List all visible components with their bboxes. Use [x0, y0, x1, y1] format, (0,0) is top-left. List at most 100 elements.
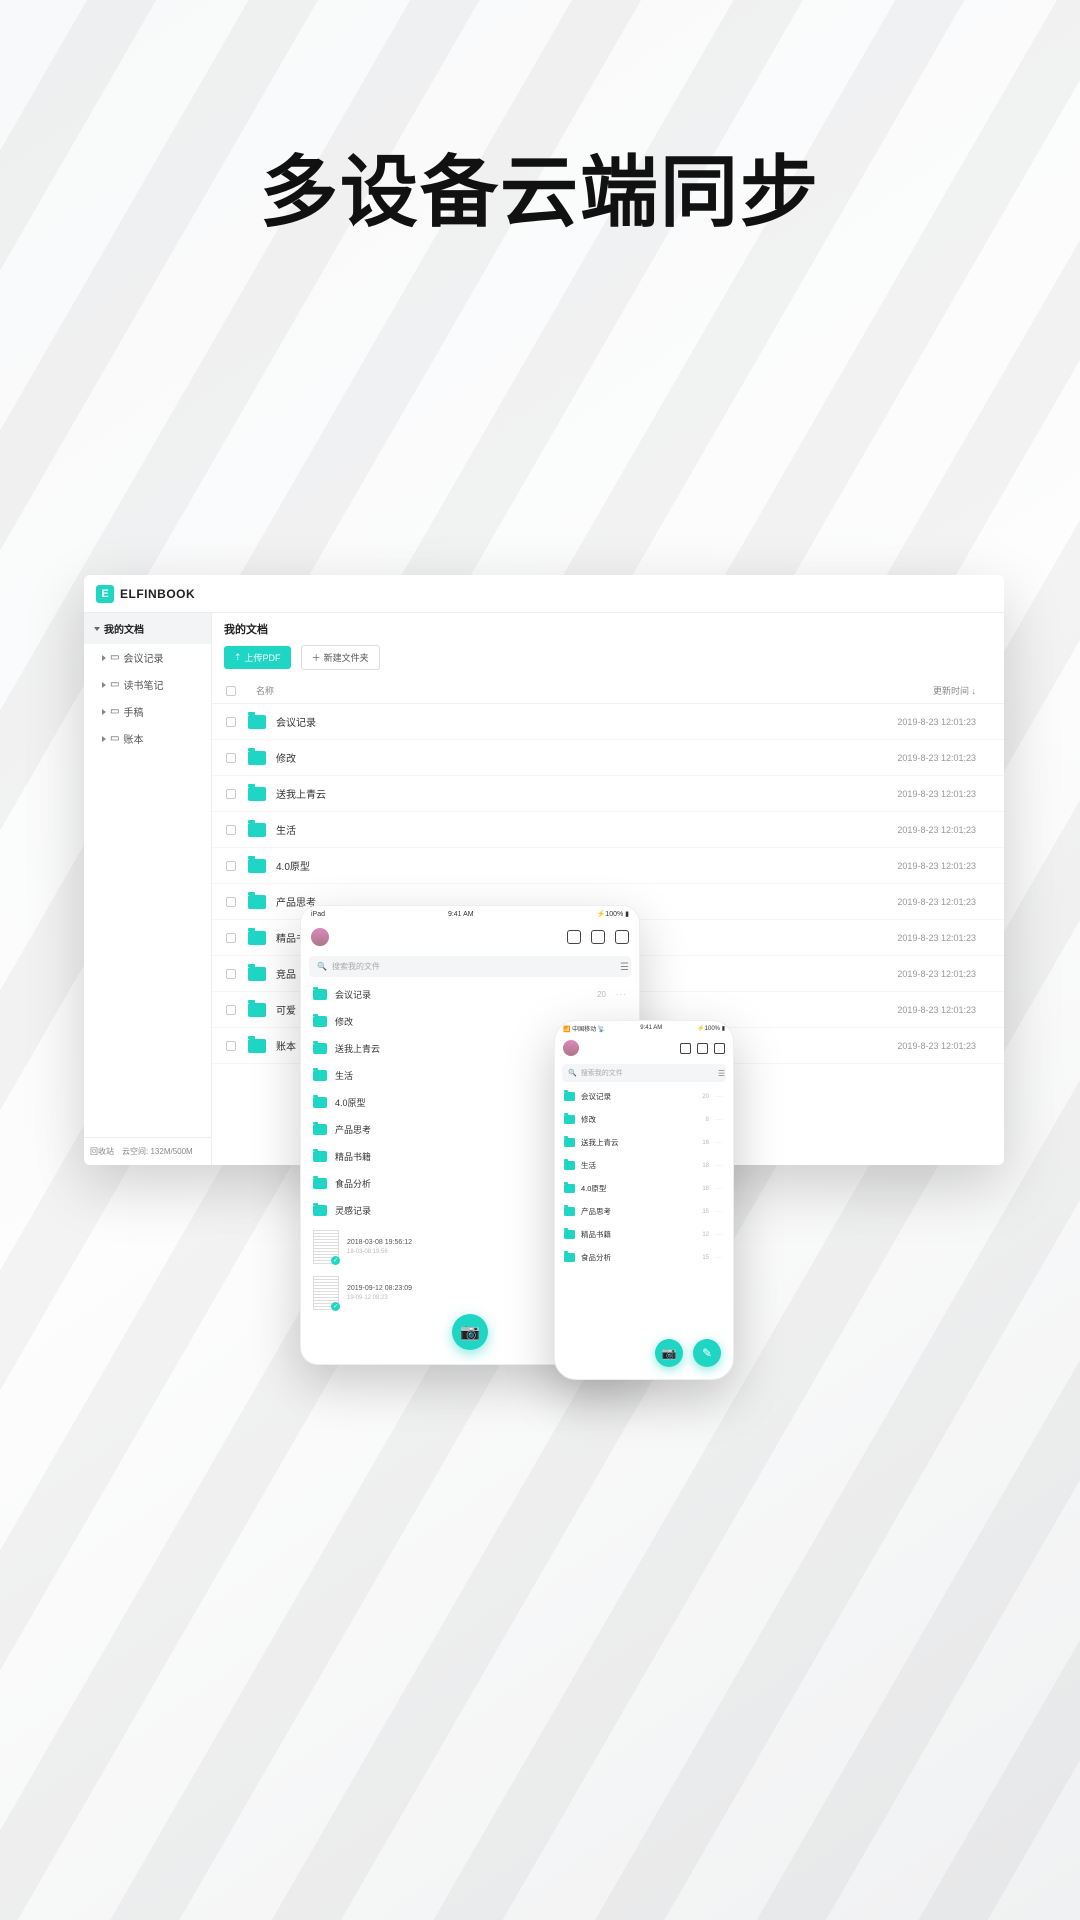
logo-icon: E — [96, 585, 114, 603]
camera-icon: 📷 — [662, 1346, 677, 1360]
more-icon[interactable]: ··· — [715, 1209, 724, 1215]
row-name: 会议记录 — [276, 714, 866, 729]
folder-icon — [564, 1092, 575, 1101]
new-folder-button[interactable]: ＋新建文件夹 — [301, 645, 380, 670]
tablet-status-bar: iPad9:41 AM⚡100% ▮ — [301, 906, 639, 922]
more-icon[interactable]: ··· — [715, 1186, 724, 1192]
folder-icon — [248, 715, 266, 729]
document-subtitle: 18-03-08 19:56 — [347, 1248, 412, 1256]
avatar[interactable] — [563, 1040, 579, 1056]
item-count: 15 — [702, 1255, 709, 1261]
row-checkbox[interactable] — [226, 825, 236, 835]
item-count: 12 — [702, 1232, 709, 1238]
folder-icon — [313, 1043, 327, 1054]
more-icon[interactable]: ··· — [715, 1232, 724, 1238]
search-input[interactable]: 🔍搜索我的文件 — [562, 1064, 726, 1082]
row-checkbox[interactable] — [226, 897, 236, 907]
row-checkbox[interactable] — [226, 717, 236, 727]
row-checkbox[interactable] — [226, 933, 236, 943]
logo-text: ELFINBOOK — [120, 587, 195, 601]
check-icon[interactable] — [567, 930, 581, 944]
folder-icon — [248, 787, 266, 801]
add-icon[interactable] — [697, 1043, 708, 1054]
camera-fab[interactable]: 📷 — [452, 1314, 488, 1350]
row-checkbox[interactable] — [226, 753, 236, 763]
select-all-checkbox[interactable] — [226, 686, 236, 696]
upload-icon: ⇡ — [234, 652, 242, 663]
row-name: 送我上青云 — [276, 786, 866, 801]
item-name: 产品思考 — [581, 1206, 611, 1217]
row-checkbox[interactable] — [226, 789, 236, 799]
list-item[interactable]: 会议记录 20 ··· — [309, 981, 631, 1008]
more-icon[interactable]: ··· — [616, 990, 627, 999]
edit-fab[interactable]: ✎ — [693, 1339, 721, 1367]
folder-icon — [313, 1070, 327, 1081]
folder-icon — [313, 1097, 327, 1108]
item-count: 18 — [702, 1163, 709, 1169]
item-count: 18 — [702, 1186, 709, 1192]
table-row[interactable]: 送我上青云2019-8-23 12:01:23 — [212, 776, 1004, 812]
list-item[interactable]: 修改8··· — [562, 1108, 726, 1131]
row-checkbox[interactable] — [226, 861, 236, 871]
table-row[interactable]: 生活2019-8-23 12:01:23 — [212, 812, 1004, 848]
clock-icon[interactable] — [714, 1043, 725, 1054]
search-input[interactable]: 🔍搜索我的文件 — [309, 956, 631, 977]
list-item[interactable]: 送我上青云16··· — [562, 1131, 726, 1154]
list-item[interactable]: 精品书籍12··· — [562, 1223, 726, 1246]
document-title: 2019-09-12 08:23:09 — [347, 1284, 412, 1294]
list-item[interactable]: 产品思考15··· — [562, 1200, 726, 1223]
item-name: 生活 — [581, 1160, 596, 1171]
row-checkbox[interactable] — [226, 1041, 236, 1051]
row-checkbox[interactable] — [226, 1005, 236, 1015]
folder-icon — [313, 989, 327, 1000]
camera-fab[interactable]: 📷 — [655, 1339, 683, 1367]
table-row[interactable]: 4.0原型2019-8-23 12:01:23 — [212, 848, 1004, 884]
sidebar-item[interactable]: ▭读书笔记 — [84, 671, 211, 698]
trash-link[interactable]: 回收站 — [90, 1146, 114, 1157]
add-icon[interactable] — [591, 930, 605, 944]
chevron-right-icon — [102, 655, 106, 661]
menu-icon[interactable]: ☰ — [718, 1069, 725, 1078]
list-item[interactable]: 生活 18 ··· — [562, 1154, 726, 1177]
list-item[interactable]: 食品分析 15 ··· — [562, 1246, 726, 1269]
chevron-right-icon — [102, 736, 106, 742]
menu-icon[interactable]: ☰ — [620, 962, 629, 973]
list-item[interactable]: 4.0原型18··· — [562, 1177, 726, 1200]
more-icon[interactable]: ··· — [715, 1163, 724, 1169]
sidebar-item[interactable]: ▭手稿 — [84, 698, 211, 725]
table-row[interactable]: 会议记录2019-8-23 12:01:23 — [212, 704, 1004, 740]
check-icon[interactable] — [680, 1043, 691, 1054]
more-icon[interactable]: ··· — [715, 1255, 724, 1261]
upload-pdf-button[interactable]: ⇡上传PDF — [224, 646, 291, 669]
item-name: 会议记录 — [335, 988, 371, 1001]
avatar[interactable] — [311, 928, 329, 946]
item-count: 20 — [597, 990, 606, 999]
chevron-right-icon — [102, 682, 106, 688]
cloud-usage-label: 云空间: 132M/500M — [122, 1146, 193, 1157]
sidebar-item[interactable]: ▭会议记录 — [84, 644, 211, 671]
more-icon[interactable]: ··· — [715, 1117, 724, 1123]
col-name[interactable]: 名称 — [256, 684, 274, 697]
row-time: 2019-8-23 12:01:23 — [866, 1041, 976, 1051]
item-count: 16 — [702, 1140, 709, 1146]
list-item[interactable]: 会议记录20··· — [562, 1085, 726, 1108]
folder-icon — [313, 1205, 327, 1216]
row-name: 4.0原型 — [276, 858, 866, 873]
document-thumb — [313, 1230, 339, 1264]
item-name: 会议记录 — [581, 1091, 611, 1102]
folder-icon — [313, 1016, 327, 1027]
item-name: 灵感记录 — [335, 1204, 371, 1217]
sidebar-root[interactable]: 我的文档 — [84, 613, 211, 644]
more-icon[interactable]: ··· — [715, 1094, 724, 1100]
document-thumb — [313, 1276, 339, 1310]
clock-icon[interactable] — [615, 930, 629, 944]
table-row[interactable]: 修改2019-8-23 12:01:23 — [212, 740, 1004, 776]
more-icon[interactable]: ··· — [715, 1140, 724, 1146]
item-name: 送我上青云 — [335, 1042, 380, 1055]
item-name: 食品分析 — [581, 1252, 611, 1263]
row-checkbox[interactable] — [226, 969, 236, 979]
sidebar-item[interactable]: ▭账本 — [84, 725, 211, 752]
folder-icon — [564, 1230, 575, 1239]
folder-icon — [248, 967, 266, 981]
col-updated[interactable]: 更新时间 ↓ — [866, 684, 976, 697]
